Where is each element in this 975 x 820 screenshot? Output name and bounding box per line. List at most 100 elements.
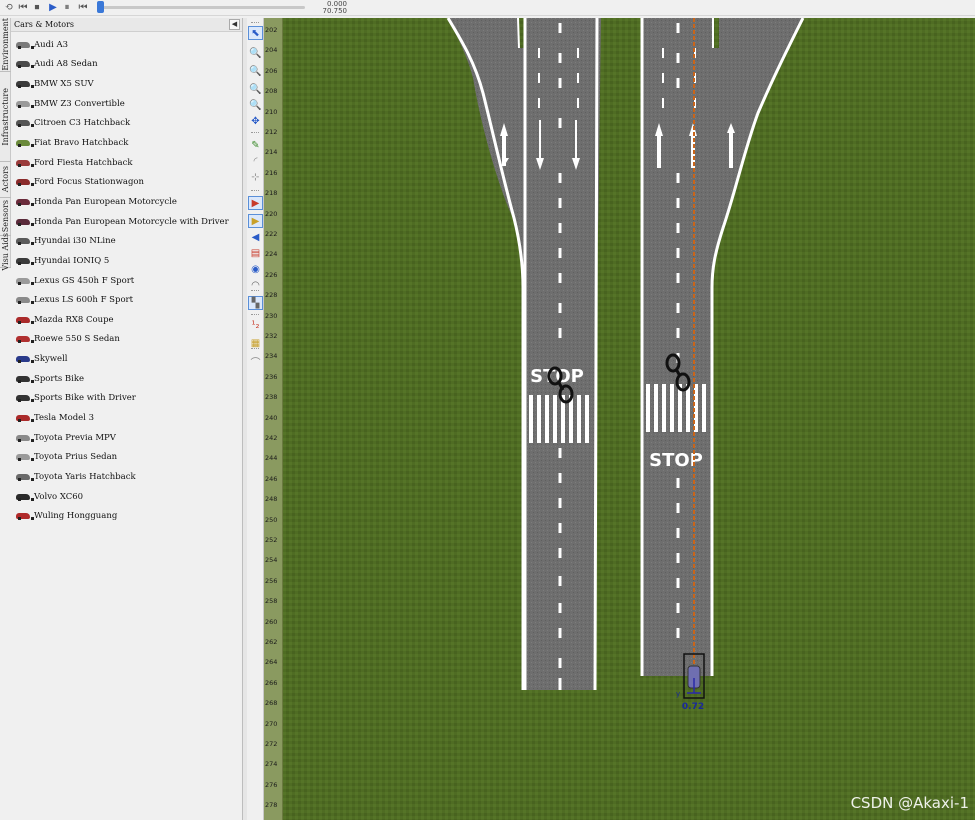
list-item[interactable]: Mazda RX8 Coupe [11, 310, 242, 330]
list-item[interactable]: Skywell [11, 349, 242, 369]
ruler-tick-label: 262 [265, 638, 278, 646]
list-item[interactable]: Sports Bike [11, 369, 242, 389]
select-arrow-icon[interactable]: ⬉ [248, 26, 263, 40]
stop-icon[interactable]: ⏹ [30, 1, 44, 14]
list-item-label: Citroen C3 Hatchback [34, 118, 131, 129]
vehicle-trigger-2-icon[interactable]: ▶ [248, 214, 263, 228]
track-icon[interactable]: ▚ [248, 296, 263, 310]
list-item[interactable]: Citroen C3 Hatchback [11, 114, 242, 134]
vehicle-trigger-icon[interactable]: ▶ [248, 196, 263, 210]
tab-actors-label: Actors [1, 166, 10, 193]
list-item-label: Sports Bike with Driver [34, 393, 136, 404]
zoom-in-icon[interactable]: 🔍 [248, 46, 263, 60]
object-icon[interactable]: ◉ [248, 262, 263, 276]
car-icon [16, 395, 34, 403]
curve-road-icon[interactable]: ◜ [248, 154, 263, 168]
tab-environment[interactable]: Environment [0, 18, 11, 72]
tab-sensors-label: Sensors [1, 200, 10, 233]
step-back-icon[interactable]: ⟲ [2, 1, 16, 14]
play-icon[interactable]: ▶ [46, 1, 60, 14]
list-item[interactable]: Sports Bike with Driver [11, 389, 242, 409]
list-item-label: BMW Z3 Convertible [34, 98, 125, 109]
vehicle-trigger-3-icon[interactable]: ◀ [248, 230, 263, 244]
list-item-label: Skywell [34, 354, 68, 365]
side-tabs: Environment Infrastructure Actors Sensor… [0, 18, 11, 270]
signal-icon[interactable]: ▤ [248, 246, 263, 260]
list-item[interactable]: Wuling Hongguang [11, 506, 242, 526]
list-item-label: Audi A3 [34, 39, 69, 50]
list-item[interactable]: Toyota Yaris Hatchback [11, 467, 242, 487]
tab-infrastructure[interactable]: Infrastructure [0, 72, 11, 162]
ruler-tick-label: 258 [265, 597, 278, 606]
pause-icon[interactable]: ⏸ [60, 1, 74, 14]
ruler-tick-label: 224 [265, 250, 278, 259]
list-item-label: Fiat Bravo Hatchback [34, 138, 129, 149]
car-icon [16, 434, 34, 442]
ruler-tick-label: 236 [265, 372, 278, 381]
spline-icon[interactable]: ⌒ [248, 354, 263, 369]
list-item-label: Ford Fiesta Hatchback [34, 157, 133, 168]
collapse-icon[interactable]: ◀ [229, 19, 240, 30]
ruler-tick-label: 246 [265, 474, 278, 483]
list-item[interactable]: Volvo XC60 [11, 487, 242, 507]
list-item[interactable]: Lexus LS 600h F Sport [11, 290, 242, 310]
vehicle-list: Audi A3 Audi A8 Sedan BMW X5 SUV BMW Z3 Con… [11, 32, 242, 526]
ruler-tick-label: 234 [265, 352, 278, 361]
road-scene[interactable]: STOP STOP y 0.72 [283, 18, 975, 820]
fast-back-icon[interactable]: ⏮ [16, 1, 30, 14]
list-item-label: Sports Bike [34, 373, 85, 384]
car-icon [16, 61, 34, 69]
zoom-out-icon[interactable]: 🔍 [248, 82, 263, 96]
pan-icon[interactable]: ✥ [248, 114, 263, 128]
list-item[interactable]: Ford Fiesta Hatchback [11, 153, 242, 173]
list-item[interactable]: BMW Z3 Convertible [11, 94, 242, 114]
list-item[interactable]: Fiat Bravo Hatchback [11, 133, 242, 153]
list-item[interactable]: Hyundai i30 NLine [11, 231, 242, 251]
scene-canvas[interactable]: STOP STOP y 0.72 CSDN @Akaxi-1 [283, 18, 975, 820]
arc-icon[interactable]: ◠ [248, 278, 263, 292]
number-icon[interactable]: ¹₂ [248, 318, 263, 332]
top-toolbar: ⟲ ⏮ ⏹ ▶ ⏸ ⏮ 0.000 70.750 [0, 0, 975, 16]
car-icon [16, 356, 34, 364]
grass-background [283, 18, 975, 820]
tab-actors[interactable]: Actors [0, 162, 11, 198]
path-draw-icon[interactable]: ✎ [248, 138, 263, 152]
list-item[interactable]: Roewe 550 S Sedan [11, 330, 242, 350]
ruler-tick-label: 248 [265, 495, 278, 504]
list-item[interactable]: Hyundai IONIQ 5 [11, 251, 242, 271]
car-icon [16, 159, 34, 167]
tool-separator [251, 22, 259, 23]
zoom-fit-icon[interactable]: 🔍 [248, 98, 263, 112]
car-icon [16, 198, 34, 206]
list-item[interactable]: Lexus GS 450h F Sport [11, 271, 242, 291]
list-item[interactable]: Ford Focus Stationwagon [11, 172, 242, 192]
list-item[interactable]: Honda Pan European Motorcycle [11, 192, 242, 212]
ruler-tick-label: 238 [265, 393, 278, 402]
tab-visu-aids[interactable]: Visu Aids [0, 233, 11, 270]
car-icon [16, 257, 34, 265]
list-item[interactable]: Toyota Previa MPV [11, 428, 242, 448]
list-item[interactable]: Audi A3 [11, 35, 242, 55]
palette-icon[interactable]: ▦ [248, 336, 263, 350]
tab-infrastructure-label: Infrastructure [1, 87, 10, 146]
list-item[interactable]: Honda Pan European Motorcycle with Drive… [11, 212, 242, 232]
list-item-label: Toyota Yaris Hatchback [34, 471, 136, 482]
zoom-area-icon[interactable]: 🔍 [248, 64, 263, 78]
rewind-icon[interactable]: ⏮ [76, 1, 90, 14]
ruler-tick-label: 240 [265, 413, 278, 422]
list-item-label: Audi A8 Sedan [34, 59, 98, 70]
list-item[interactable]: Audi A8 Sedan [11, 55, 242, 75]
tool-separator [251, 190, 259, 191]
timeline-slider-thumb[interactable] [97, 1, 104, 13]
list-item-label: Lexus GS 450h F Sport [34, 275, 135, 286]
timeline-slider[interactable] [100, 6, 305, 9]
ruler-tick-label: 208 [265, 87, 278, 96]
list-item[interactable]: Toyota Prius Sedan [11, 447, 242, 467]
list-item[interactable]: BMW X5 SUV [11, 74, 242, 94]
ruler-tick-label: 228 [265, 291, 278, 300]
junction-icon[interactable]: ⊹ [248, 170, 263, 184]
tab-sensors[interactable]: Sensors [0, 198, 11, 236]
list-item[interactable]: Tesla Model 3 [11, 408, 242, 428]
list-item-label: Volvo XC60 [34, 491, 84, 502]
tool-separator [251, 132, 259, 133]
